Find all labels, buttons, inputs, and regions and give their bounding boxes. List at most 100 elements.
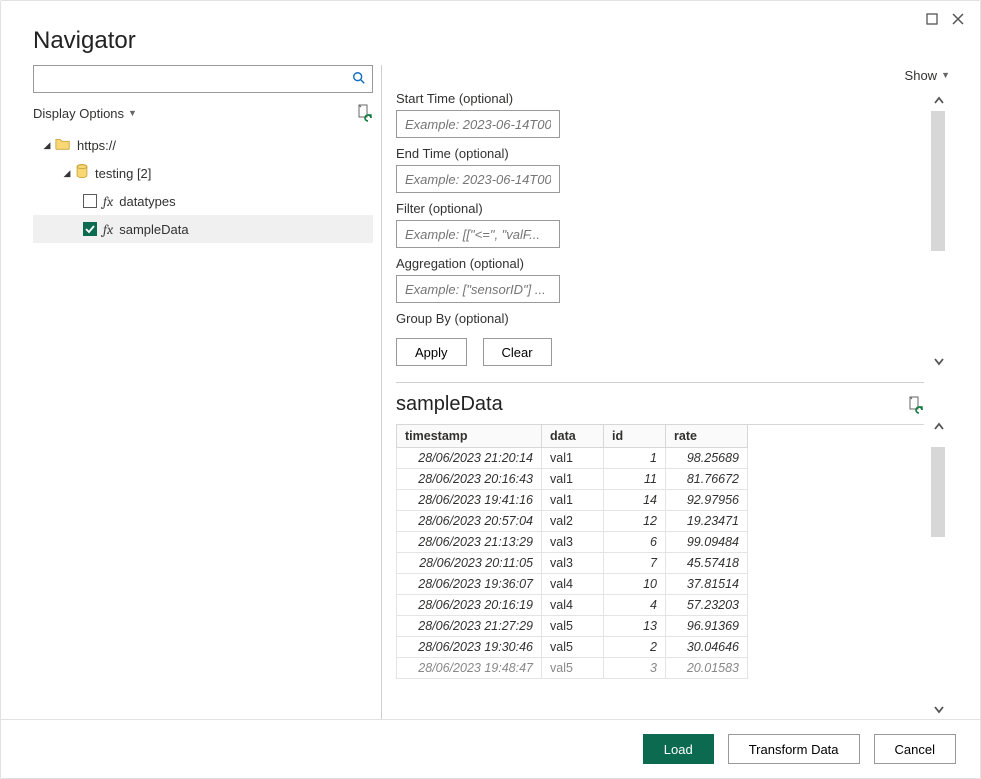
field-label: Filter (optional) — [396, 201, 924, 216]
cell-timestamp: 28/06/2023 19:30:46 — [397, 637, 542, 658]
col-rate[interactable]: rate — [666, 425, 748, 448]
cell-data: val1 — [542, 490, 604, 511]
cell-rate: 81.76672 — [666, 469, 748, 490]
table-row[interactable]: 28/06/2023 19:41:16val11492.97956 — [397, 490, 748, 511]
refresh-preview-icon[interactable] — [906, 396, 924, 414]
table-row[interactable]: 28/06/2023 21:13:29val3699.09484 — [397, 532, 748, 553]
table-row[interactable]: 28/06/2023 20:57:04val21219.23471 — [397, 511, 748, 532]
filter-input[interactable] — [396, 220, 560, 248]
preview-table-wrap: timestamp data id rate 28/06/2023 21:20:… — [396, 424, 924, 679]
parameter-fields: Start Time (optional) End Time (optional… — [396, 91, 924, 334]
col-id[interactable]: id — [604, 425, 666, 448]
table-row[interactable]: 28/06/2023 20:16:43val11181.76672 — [397, 469, 748, 490]
show-dropdown[interactable]: Show ▼ — [905, 68, 950, 83]
display-options-dropdown[interactable]: Display Options ▼ — [33, 106, 137, 121]
table-row[interactable]: 28/06/2023 19:30:46val5230.04646 — [397, 637, 748, 658]
cell-timestamp: 28/06/2023 19:41:16 — [397, 490, 542, 511]
checkbox[interactable] — [83, 194, 97, 208]
function-icon: fx — [103, 193, 113, 210]
preview-table: timestamp data id rate 28/06/2023 21:20:… — [396, 425, 748, 679]
options-header: Show ▼ — [396, 65, 950, 85]
scroll-thumb[interactable] — [931, 111, 945, 251]
scroll-up-icon[interactable] — [929, 417, 949, 437]
cell-id: 13 — [604, 616, 666, 637]
scroll-down-icon[interactable] — [929, 351, 949, 371]
navigator-dialog: Navigator Display Options ▼ — [0, 0, 981, 779]
aggregation-input[interactable] — [396, 275, 560, 303]
search-box[interactable] — [33, 65, 373, 93]
close-icon[interactable] — [950, 11, 966, 27]
tree-item-datatypes[interactable]: fx datatypes — [33, 187, 373, 215]
scroll-thumb[interactable] — [931, 447, 945, 537]
cell-data: val1 — [542, 469, 604, 490]
start-time-input[interactable] — [396, 110, 560, 138]
tree-node-label: datatypes — [119, 194, 175, 209]
cell-timestamp: 28/06/2023 21:20:14 — [397, 448, 542, 469]
field-start-time: Start Time (optional) — [396, 91, 924, 138]
preview-title: sampleData — [396, 393, 503, 416]
table-row[interactable]: 28/06/2023 20:11:05val3745.57418 — [397, 553, 748, 574]
cancel-button[interactable]: Cancel — [874, 734, 956, 764]
scroll-track-top[interactable] — [929, 111, 947, 351]
cell-timestamp: 28/06/2023 20:11:05 — [397, 553, 542, 574]
collapse-icon[interactable]: ◢ — [61, 168, 73, 179]
table-row[interactable]: 28/06/2023 20:16:19val4457.23203 — [397, 595, 748, 616]
cell-data: val4 — [542, 595, 604, 616]
cell-timestamp: 28/06/2023 21:27:29 — [397, 616, 542, 637]
window-title: Navigator — [33, 9, 136, 55]
tree-item-sampledata[interactable]: fx sampleData — [33, 215, 373, 243]
cell-timestamp: 28/06/2023 19:36:07 — [397, 574, 542, 595]
cell-id: 1 — [604, 448, 666, 469]
pane-divider — [381, 65, 382, 719]
field-group-by: Group By (optional) — [396, 311, 924, 326]
section-divider — [396, 382, 924, 383]
field-end-time: End Time (optional) — [396, 146, 924, 193]
cell-data: val5 — [542, 637, 604, 658]
search-icon[interactable] — [352, 71, 366, 88]
transform-data-button[interactable]: Transform Data — [728, 734, 860, 764]
maximize-icon[interactable] — [924, 11, 940, 27]
cell-timestamp: 28/06/2023 20:16:19 — [397, 595, 542, 616]
display-options-row: Display Options ▼ — [33, 101, 373, 125]
table-row[interactable]: 28/06/2023 19:48:47val5320.01583 — [397, 658, 748, 679]
tree-node-label: sampleData — [119, 222, 188, 237]
field-label: Start Time (optional) — [396, 91, 924, 106]
col-data[interactable]: data — [542, 425, 604, 448]
cell-rate: 30.04646 — [666, 637, 748, 658]
dialog-footer: Load Transform Data Cancel — [1, 719, 980, 778]
apply-button[interactable]: Apply — [396, 338, 467, 366]
scroll-down-icon[interactable] — [929, 699, 949, 719]
table-row[interactable]: 28/06/2023 19:36:07val41037.81514 — [397, 574, 748, 595]
checkbox-checked[interactable] — [83, 222, 97, 236]
load-button[interactable]: Load — [643, 734, 714, 764]
table-body: 28/06/2023 21:20:14val1198.2568928/06/20… — [397, 448, 748, 679]
right-main: Start Time (optional) End Time (optional… — [396, 91, 924, 719]
right-pane: Show ▼ Start Time (optional) End Time (o… — [396, 65, 950, 719]
refresh-tree-icon[interactable] — [355, 104, 373, 122]
search-input[interactable] — [42, 71, 352, 88]
tree-root-https[interactable]: ◢ https:// — [33, 131, 373, 159]
table-row[interactable]: 28/06/2023 21:27:29val51396.91369 — [397, 616, 748, 637]
col-timestamp[interactable]: timestamp — [397, 425, 542, 448]
display-options-label: Display Options — [33, 106, 124, 121]
field-filter: Filter (optional) — [396, 201, 924, 248]
cell-rate: 96.91369 — [666, 616, 748, 637]
scroll-up-icon[interactable] — [929, 91, 949, 111]
cell-id: 14 — [604, 490, 666, 511]
collapse-icon[interactable]: ◢ — [41, 140, 53, 151]
cell-id: 11 — [604, 469, 666, 490]
clear-button[interactable]: Clear — [483, 338, 552, 366]
table-row[interactable]: 28/06/2023 21:20:14val1198.25689 — [397, 448, 748, 469]
scroll-track-table[interactable] — [929, 437, 947, 699]
cell-id: 3 — [604, 658, 666, 679]
field-aggregation: Aggregation (optional) — [396, 256, 924, 303]
left-pane: Display Options ▼ ◢ — [33, 65, 373, 719]
tree-db-testing[interactable]: ◢ testing [2] — [33, 159, 373, 187]
titlebar: Navigator — [1, 1, 980, 55]
end-time-input[interactable] — [396, 165, 560, 193]
tree-node-label: https:// — [77, 138, 116, 153]
navigation-tree: ◢ https:// ◢ testing [2] — [33, 131, 373, 243]
field-label: End Time (optional) — [396, 146, 924, 161]
cell-timestamp: 28/06/2023 19:48:47 — [397, 658, 542, 679]
table-header-row: timestamp data id rate — [397, 425, 748, 448]
